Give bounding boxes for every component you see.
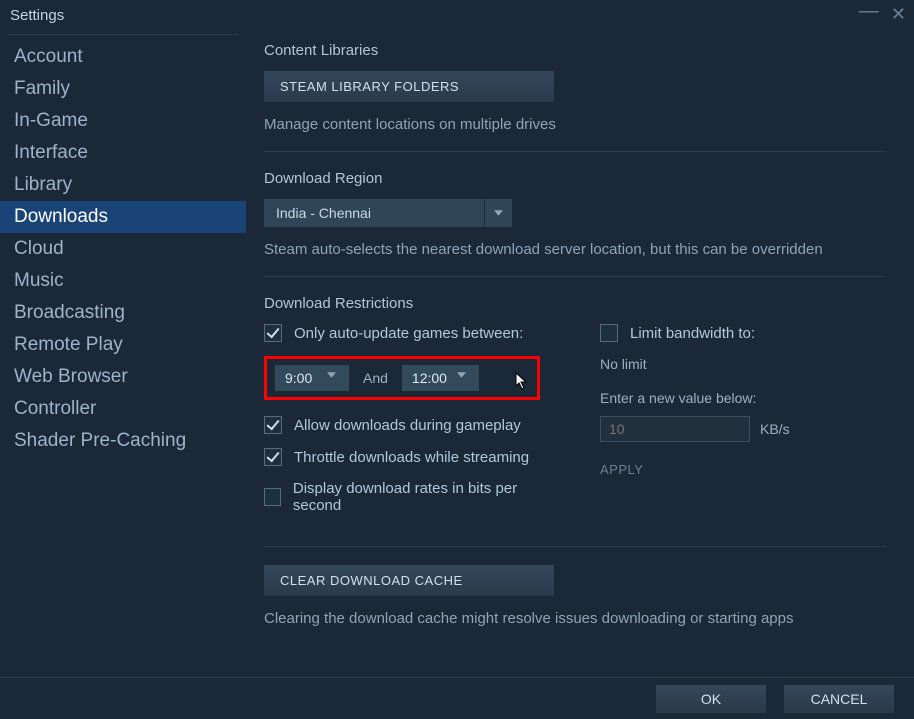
allow-gameplay-label: Allow downloads during gameplay [294, 417, 521, 434]
allow-gameplay-checkbox[interactable] [264, 416, 282, 434]
section-cache: CLEAR DOWNLOAD CACHE Clearing the downlo… [264, 565, 886, 645]
time-to-dropdown[interactable]: 12:00 [402, 365, 479, 391]
chevron-down-icon [327, 365, 349, 391]
download-region-dropdown[interactable]: India - Chennai [264, 199, 512, 227]
section-title: Download Restrictions [264, 295, 886, 312]
sidebar-item-broadcasting[interactable]: Broadcasting [0, 297, 246, 329]
bandwidth-input[interactable] [600, 416, 750, 442]
time-from-dropdown[interactable]: 9:00 [275, 365, 349, 391]
content-libraries-desc: Manage content locations on multiple dri… [264, 116, 886, 133]
section-title: Download Region [264, 170, 886, 187]
sidebar: AccountFamilyIn-GameInterfaceLibraryDown… [0, 30, 246, 678]
clear-download-cache-button[interactable]: CLEAR DOWNLOAD CACHE [264, 565, 554, 596]
time-to-value: 12:00 [402, 370, 457, 386]
close-icon[interactable]: ✕ [891, 4, 906, 25]
sidebar-item-in-game[interactable]: In-Game [0, 105, 246, 137]
dropdown-selected: India - Chennai [264, 205, 484, 221]
window-title: Settings [10, 7, 64, 24]
title-bar: Settings [0, 0, 914, 30]
sidebar-item-remote-play[interactable]: Remote Play [0, 329, 246, 361]
limit-bandwidth-row: Limit bandwidth to: [600, 324, 886, 342]
section-download-region: Download Region India - Chennai Steam au… [264, 170, 886, 277]
sidebar-item-web-browser[interactable]: Web Browser [0, 361, 246, 393]
sidebar-separator [8, 34, 238, 35]
chevron-down-icon [457, 365, 479, 391]
sidebar-item-account[interactable]: Account [0, 41, 246, 73]
cache-desc: Clearing the download cache might resolv… [264, 610, 886, 627]
bandwidth-input-row: KB/s [600, 416, 886, 442]
bits-per-second-checkbox[interactable] [264, 488, 281, 506]
throttle-streaming-row: Throttle downloads while streaming [264, 448, 550, 466]
auto-update-time-range: 9:00 And 12:00 [264, 356, 540, 400]
time-from-value: 9:00 [275, 370, 327, 386]
restrictions-right-col: Limit bandwidth to: No limit Enter a new… [600, 324, 886, 528]
sidebar-item-shader-pre-caching[interactable]: Shader Pre-Caching [0, 425, 246, 457]
main-area: AccountFamilyIn-GameInterfaceLibraryDown… [0, 30, 914, 678]
steam-library-folders-button[interactable]: STEAM LIBRARY FOLDERS [264, 71, 554, 102]
sidebar-item-family[interactable]: Family [0, 73, 246, 105]
chevron-down-icon [484, 199, 512, 227]
section-title: Content Libraries [264, 42, 886, 59]
bandwidth-unit: KB/s [760, 421, 790, 437]
bits-per-second-row: Display download rates in bits per secon… [264, 480, 550, 514]
limit-bandwidth-label: Limit bandwidth to: [630, 325, 755, 342]
auto-update-label: Only auto-update games between: [294, 325, 523, 342]
ok-button[interactable]: OK [656, 685, 766, 713]
auto-update-checkbox[interactable] [264, 324, 282, 342]
sidebar-item-music[interactable]: Music [0, 265, 246, 297]
enter-value-label: Enter a new value below: [600, 390, 886, 406]
no-limit-label: No limit [600, 356, 886, 372]
allow-gameplay-row: Allow downloads during gameplay [264, 416, 550, 434]
minimize-icon[interactable]: — [859, 7, 879, 15]
download-region-desc: Steam auto-selects the nearest download … [264, 241, 886, 258]
throttle-streaming-checkbox[interactable] [264, 448, 282, 466]
bits-per-second-label: Display download rates in bits per secon… [293, 480, 550, 514]
cursor-icon [515, 372, 529, 393]
window-controls: — ✕ [859, 4, 906, 25]
sidebar-item-downloads[interactable]: Downloads [0, 201, 246, 233]
and-label: And [363, 370, 388, 386]
dialog-footer: OK CANCEL [0, 677, 914, 719]
auto-update-row: Only auto-update games between: [264, 324, 550, 342]
apply-button[interactable]: APPLY [600, 458, 643, 481]
section-content-libraries: Content Libraries STEAM LIBRARY FOLDERS … [264, 42, 886, 152]
content-pane: Content Libraries STEAM LIBRARY FOLDERS … [246, 30, 914, 678]
sidebar-item-library[interactable]: Library [0, 169, 246, 201]
limit-bandwidth-checkbox[interactable] [600, 324, 618, 342]
restrictions-left-col: Only auto-update games between: 9:00 And… [264, 324, 550, 528]
section-download-restrictions: Download Restrictions Only auto-update g… [264, 295, 886, 547]
sidebar-item-interface[interactable]: Interface [0, 137, 246, 169]
throttle-streaming-label: Throttle downloads while streaming [294, 449, 529, 466]
sidebar-item-controller[interactable]: Controller [0, 393, 246, 425]
sidebar-item-cloud[interactable]: Cloud [0, 233, 246, 265]
cancel-button[interactable]: CANCEL [784, 685, 894, 713]
